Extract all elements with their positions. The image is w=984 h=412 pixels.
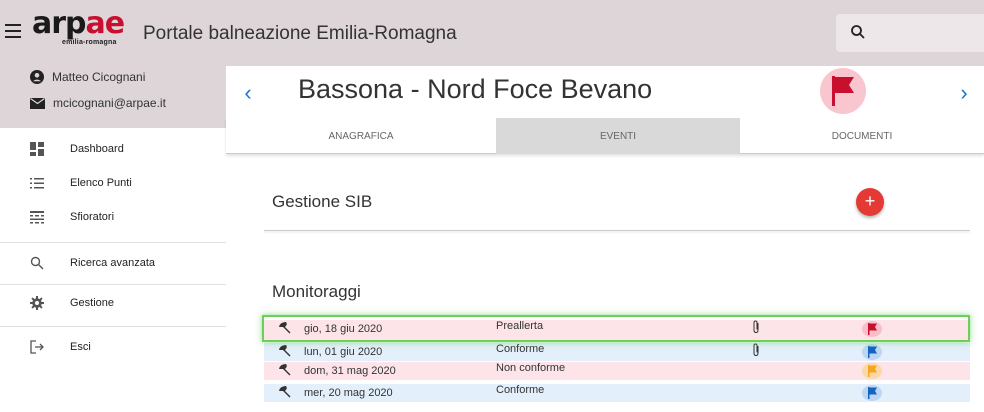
sidebar-divider	[0, 242, 226, 243]
flag-badge	[862, 363, 882, 379]
sidebar-item-label: Elenco Punti	[70, 177, 132, 189]
user-name-row: Matteo Cicognani	[30, 70, 145, 84]
sidebar-item-label: Gestione	[70, 297, 115, 309]
sidebar-divider	[0, 326, 226, 327]
table-row[interactable]: lun, 01 giu 2020 Conforme	[264, 343, 970, 361]
next-beach-button[interactable]: ›	[954, 80, 974, 106]
user-email-row: mcicognani@arpae.it	[30, 96, 166, 110]
section-divider	[264, 230, 970, 231]
user-name: Matteo Cicognani	[52, 70, 146, 84]
sidebar-divider	[0, 284, 226, 285]
prev-beach-button[interactable]: ‹	[238, 80, 258, 106]
red-flag-icon	[832, 76, 854, 106]
gear-icon	[30, 296, 44, 310]
sidebar-item-sfioratori[interactable]: Sfioratori	[0, 200, 226, 234]
gestione-sib-title: Gestione SIB	[272, 192, 373, 211]
search-icon	[851, 25, 865, 39]
account-icon	[30, 70, 44, 84]
search-icon	[30, 256, 44, 270]
flag-icon	[868, 387, 877, 399]
tab-documenti[interactable]: DOCUMENTI	[740, 118, 984, 154]
arpae-logo: arpae emilia-romagna	[32, 6, 136, 48]
beach-title: Bassona - Nord Foce Bevano	[298, 74, 653, 104]
sidebar-item-elenco-punti[interactable]: Elenco Punti	[0, 166, 226, 200]
app-title: Portale balneazione Emilia-Romagna	[143, 23, 457, 44]
user-email: mcicognani@arpae.it	[53, 96, 166, 110]
logo-subtext: emilia-romagna	[62, 39, 117, 46]
row-date: lun, 01 giu 2020	[304, 346, 383, 358]
sidebar-item-label: Ricerca avanzata	[70, 257, 155, 269]
overflow-icon	[30, 211, 44, 224]
beach-header: ‹ Bassona - Nord Foce Bevano ›	[226, 66, 984, 118]
row-status: Non conforme	[496, 362, 566, 374]
hamburger-icon[interactable]	[5, 24, 21, 38]
sidebar-item-label: Dashboard	[70, 143, 124, 155]
flag-icon	[868, 365, 877, 377]
tab-bar: ANAGRAFICA EVENTI DOCUMENTI	[226, 118, 984, 154]
add-button[interactable]: +	[856, 188, 884, 216]
beach-umbrella-icon	[279, 364, 291, 376]
table-row[interactable]: dom, 31 mag 2020 Non conforme	[264, 362, 970, 380]
search-button[interactable]	[836, 14, 984, 52]
sidebar-item-ricerca-avanzata[interactable]: Ricerca avanzata	[0, 246, 226, 280]
dashboard-icon	[30, 142, 44, 156]
row-status: Conforme	[496, 384, 545, 396]
tab-eventi[interactable]: EVENTI	[496, 118, 740, 154]
sidebar-item-label: Esci	[70, 341, 91, 353]
monitoraggi-title: Monitoraggi	[272, 282, 361, 301]
sidebar-item-label: Sfioratori	[70, 211, 115, 223]
flag-badge	[862, 344, 882, 360]
logout-icon	[30, 340, 44, 354]
main-content: ‹ Bassona - Nord Foce Bevano › ANAGRAFIC…	[226, 66, 984, 412]
logo-text: arpae	[32, 6, 125, 41]
mail-icon	[30, 97, 45, 109]
table-row[interactable]: mer, 20 mag 2020 Conforme	[264, 384, 970, 402]
top-bar: arpae emilia-romagna Portale balneazione…	[0, 0, 984, 66]
beach-umbrella-icon	[279, 386, 291, 398]
row-status: Conforme	[496, 343, 545, 355]
sidebar-item-gestione[interactable]: Gestione	[0, 286, 226, 320]
sidebar-item-dashboard[interactable]: Dashboard	[0, 132, 226, 166]
beach-umbrella-icon	[279, 345, 291, 357]
attachment-icon[interactable]	[752, 343, 760, 357]
sidebar-item-esci[interactable]: Esci	[0, 330, 226, 364]
selected-row-highlight	[262, 315, 970, 342]
flag-badge	[862, 385, 882, 401]
status-flag-badge	[820, 68, 866, 114]
sidebar: Matteo Cicognani mcicognani@arpae.it Das…	[0, 66, 226, 412]
row-date: mer, 20 mag 2020	[304, 387, 393, 399]
tab-anagrafica[interactable]: ANAGRAFICA	[226, 118, 496, 154]
row-date: dom, 31 mag 2020	[304, 365, 396, 377]
flag-icon	[868, 346, 877, 358]
list-icon	[30, 178, 44, 189]
